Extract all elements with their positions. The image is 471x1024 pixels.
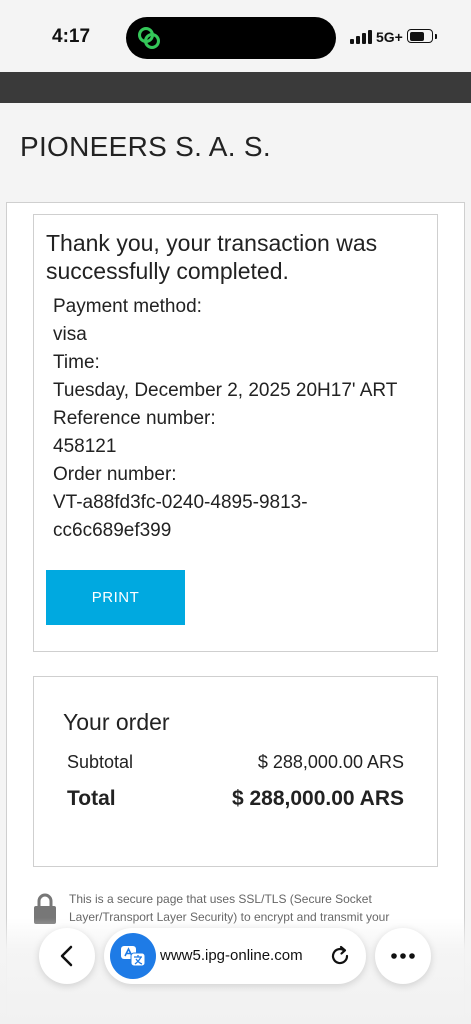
- order-summary-card: Your order Subtotal $ 288,000.00 ARS Tot…: [33, 676, 438, 867]
- translate-icon[interactable]: [110, 933, 156, 979]
- back-button[interactable]: [39, 928, 95, 984]
- dynamic-island: [126, 17, 336, 59]
- subtotal-value: $ 288,000.00 ARS: [257, 752, 404, 772]
- confirmation-card: Thank you, your transaction was successf…: [33, 214, 438, 652]
- order-number-value-line2: cc6c689ef399: [53, 520, 172, 541]
- ellipsis-icon: [391, 953, 415, 959]
- link-activity-icon: [138, 27, 160, 49]
- network-label: 5G+: [376, 29, 403, 45]
- status-time: 4:17: [52, 26, 91, 47]
- print-button[interactable]: PRINT: [46, 570, 185, 625]
- chevron-left-icon: [60, 945, 73, 967]
- total-label: Total: [67, 787, 116, 810]
- battery-cap: [435, 34, 437, 39]
- total-value: $ 288,000.00 ARS: [231, 787, 404, 810]
- subtotal-label: Subtotal: [67, 752, 134, 772]
- site-header-band: [0, 72, 471, 103]
- time-label: Time:: [53, 352, 100, 373]
- reference-label: Reference number:: [53, 408, 216, 429]
- signal-icon: [350, 30, 372, 44]
- time-value: Tuesday, December 2, 2025 20H17' ART: [53, 380, 398, 401]
- reference-value: 458121: [53, 436, 117, 457]
- payment-method-value: visa: [53, 324, 87, 345]
- confirmation-heading: Thank you, your transaction was successf…: [46, 230, 378, 284]
- more-button[interactable]: [375, 928, 431, 984]
- battery-icon: [407, 29, 433, 43]
- order-number-label: Order number:: [53, 464, 177, 485]
- merchant-name: PIONEERS S. A. S.: [20, 131, 271, 162]
- address-bar[interactable]: www5.ipg-online.com: [104, 928, 366, 984]
- payment-method-label: Payment method:: [53, 296, 202, 317]
- status-bar: 4:17 5G+: [0, 0, 471, 72]
- reload-icon[interactable]: [328, 944, 352, 968]
- order-number-value-line1: VT-a88fd3fc-0240-4895-9813-: [53, 492, 308, 513]
- url-text: www5.ipg-online.com: [160, 947, 303, 964]
- order-title: Your order: [63, 709, 170, 735]
